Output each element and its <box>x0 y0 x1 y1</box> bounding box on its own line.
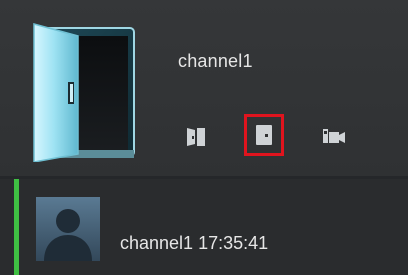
user-silhouette-icon <box>36 197 100 261</box>
channel-panel: channel1 channel1 17:35:41 <box>0 0 408 275</box>
channel-card[interactable]: channel1 <box>0 0 408 176</box>
channel-title: channel1 <box>178 51 253 71</box>
door-close-button[interactable] <box>244 114 284 156</box>
event-list-item[interactable]: channel1 17:35:41 <box>0 179 408 275</box>
event-label: channel1 17:35:41 <box>120 233 269 253</box>
door-open-icon <box>187 128 205 146</box>
door-open-icon <box>32 22 140 163</box>
door-closed-icon <box>256 125 272 145</box>
event-accent-bar <box>14 179 19 275</box>
video-camera-icon <box>323 129 345 143</box>
door-open-button[interactable] <box>176 115 216 157</box>
video-button[interactable] <box>314 115 354 157</box>
